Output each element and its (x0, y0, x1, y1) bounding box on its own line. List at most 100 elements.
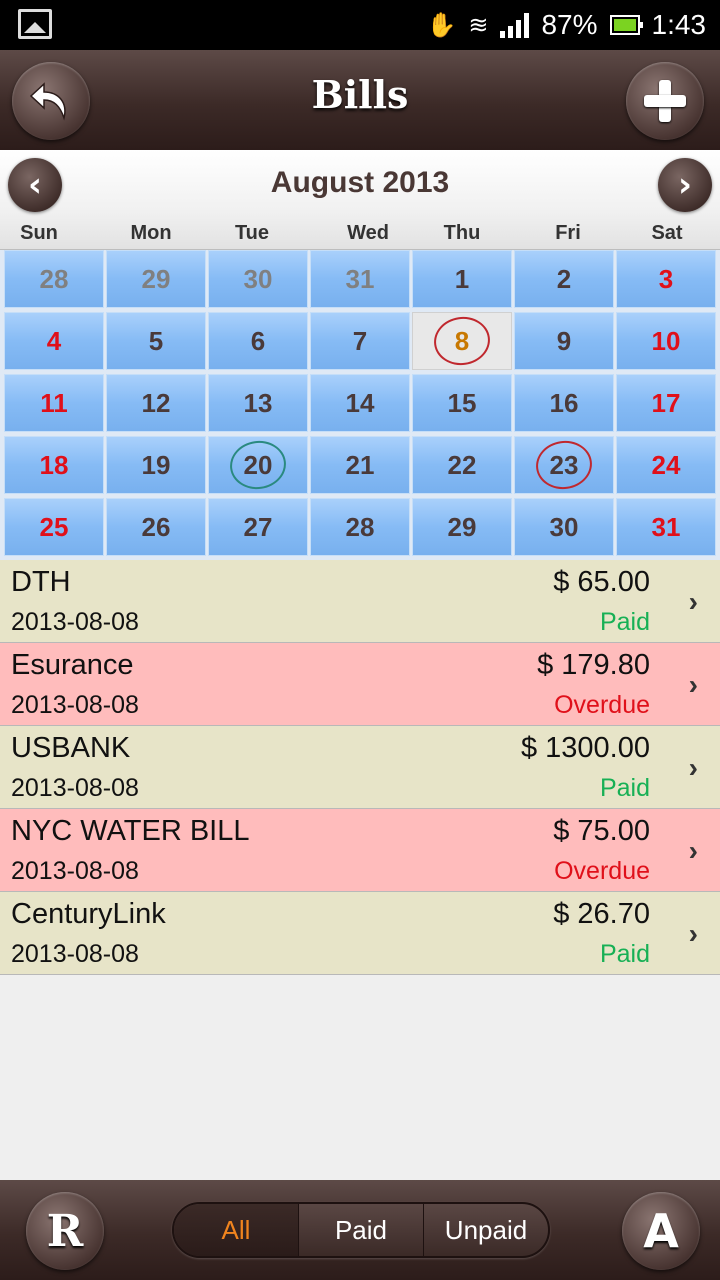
chevron-right-icon: › (677, 165, 692, 205)
calendar-day[interactable]: 6 (208, 312, 308, 370)
calendar-day-number: 19 (141, 449, 171, 480)
accounts-button-label: A (643, 1204, 679, 1258)
chevron-right-icon: › (688, 586, 698, 617)
bill-name: USBANK (11, 732, 131, 764)
calendar-day[interactable]: 29 (412, 498, 512, 556)
calendar-day-number: 24 (651, 449, 681, 480)
app-header: Bills (0, 50, 720, 150)
calendar-day[interactable]: 8 (412, 312, 512, 370)
calendar-day-number: 20 (243, 449, 273, 480)
bill-due-date: 2013-08-08 (11, 691, 139, 719)
battery-icon (609, 15, 643, 35)
reports-button[interactable]: R (26, 1192, 104, 1270)
filter-paid[interactable]: Paid (298, 1204, 423, 1256)
weekday-label: Tue (234, 222, 270, 244)
calendar-day[interactable]: 14 (310, 374, 410, 432)
calendar-day[interactable]: 31 (310, 250, 410, 308)
calendar-day[interactable]: 15 (412, 374, 512, 432)
calendar-day[interactable]: 18 (4, 436, 104, 494)
calendar-day[interactable]: 10 (616, 312, 716, 370)
calendar-day[interactable]: 28 (4, 250, 104, 308)
calendar-day[interactable]: 31 (616, 498, 716, 556)
calendar-day[interactable]: 12 (106, 374, 206, 432)
calendar-day-number: 30 (549, 511, 579, 542)
calendar-day[interactable]: 1 (412, 250, 512, 308)
calendar-day[interactable]: 11 (4, 374, 104, 432)
calendar-day-number: 8 (454, 325, 470, 356)
month-navigation: ‹ August 2013 › Sun Mon Tue Wed Thu Fri … (0, 150, 720, 250)
bill-due-date: 2013-08-08 (11, 940, 139, 968)
calendar-day[interactable]: 29 (106, 250, 206, 308)
weekday-label: Fri (555, 222, 581, 244)
calendar-day[interactable]: 20 (208, 436, 308, 494)
calendar-day[interactable]: 26 (106, 498, 206, 556)
filter-unpaid[interactable]: Unpaid (423, 1204, 548, 1256)
calendar-day[interactable]: 28 (310, 498, 410, 556)
chevron-right-icon: › (688, 918, 698, 949)
clock: 1:43 (651, 9, 707, 40)
add-bill-button[interactable] (626, 62, 704, 140)
signal-icon (500, 12, 530, 38)
calendar-day-number: 18 (39, 449, 69, 480)
calendar-day[interactable]: 2 (514, 250, 614, 308)
calendar-day[interactable]: 30 (514, 498, 614, 556)
calendar-day[interactable]: 30 (208, 250, 308, 308)
calendar-day[interactable]: 7 (310, 312, 410, 370)
calendar-day-number: 1 (454, 263, 470, 294)
calendar-day-number: 5 (148, 325, 164, 356)
calendar-day[interactable]: 23 (514, 436, 614, 494)
bill-status: Paid (599, 940, 650, 968)
wifi-icon: ≋ (468, 11, 489, 39)
battery-percent: 87% (541, 9, 598, 40)
weekday-label: Mon (130, 222, 172, 244)
filter-all[interactable]: All (174, 1204, 298, 1256)
bill-row[interactable]: Esurance 2013-08-08 $ 179.80 Overdue › (0, 643, 720, 726)
calendar-day[interactable]: 13 (208, 374, 308, 432)
bill-row[interactable]: USBANK 2013-08-08 $ 1300.00 Paid › (0, 726, 720, 809)
calendar-day-number: 23 (549, 449, 579, 480)
bill-amount: $ 179.80 (537, 649, 650, 681)
calendar-day[interactable]: 3 (616, 250, 716, 308)
calendar-day-number: 12 (141, 387, 171, 418)
calendar-day-number: 15 (447, 387, 477, 418)
weekday-label: Thu (443, 222, 481, 244)
plus-icon (644, 80, 686, 122)
calendar-day[interactable]: 21 (310, 436, 410, 494)
bill-row[interactable]: DTH 2013-08-08 $ 65.00 Paid › (0, 560, 720, 643)
calendar-day[interactable]: 25 (4, 498, 104, 556)
calendar-day[interactable]: 16 (514, 374, 614, 432)
calendar-day[interactable]: 17 (616, 374, 716, 432)
reports-button-label: R (46, 1205, 84, 1257)
status-bar: ✋ ≋ 87% 1:43 (0, 0, 720, 50)
next-month-button[interactable]: › (658, 158, 712, 212)
bill-amount: $ 75.00 (553, 815, 650, 847)
bill-name: CenturyLink (11, 898, 166, 930)
calendar-day-number: 3 (658, 263, 674, 294)
calendar-day[interactable]: 19 (106, 436, 206, 494)
bill-row[interactable]: NYC WATER BILL 2013-08-08 $ 75.00 Overdue › (0, 809, 720, 892)
bill-status: Paid (599, 608, 650, 636)
calendar-day-number: 31 (651, 511, 681, 542)
calendar-day-number: 17 (651, 387, 681, 418)
calendar-grid: 28 29 30 31 1 2 3 4 5 6 7 8 9 10 11 12 13 14 15 16 17 18 19 20 2… (0, 250, 720, 560)
bill-status: Overdue (554, 857, 650, 885)
bill-status: Overdue (554, 691, 650, 719)
bill-amount: $ 65.00 (553, 566, 650, 598)
calendar-day[interactable]: 24 (616, 436, 716, 494)
calendar-day[interactable]: 9 (514, 312, 614, 370)
weekday-header: Sun Mon Tue Wed Thu Fri Sat (0, 222, 720, 248)
bill-amount: $ 26.70 (553, 898, 650, 930)
calendar-day[interactable]: 22 (412, 436, 512, 494)
calendar-day-number: 7 (352, 325, 368, 356)
calendar-day[interactable]: 4 (4, 312, 104, 370)
calendar-day-number: 14 (345, 387, 375, 418)
calendar-day-number: 25 (39, 511, 69, 542)
calendar-day-number: 29 (141, 263, 171, 294)
calendar-day[interactable]: 27 (208, 498, 308, 556)
bill-due-date: 2013-08-08 (11, 857, 139, 885)
calendar-day[interactable]: 5 (106, 312, 206, 370)
accounts-button[interactable]: A (622, 1192, 700, 1270)
bill-filter: All Paid Unpaid (172, 1202, 550, 1258)
bill-row[interactable]: CenturyLink 2013-08-08 $ 26.70 Paid › (0, 892, 720, 975)
calendar-day-number: 16 (549, 387, 579, 418)
